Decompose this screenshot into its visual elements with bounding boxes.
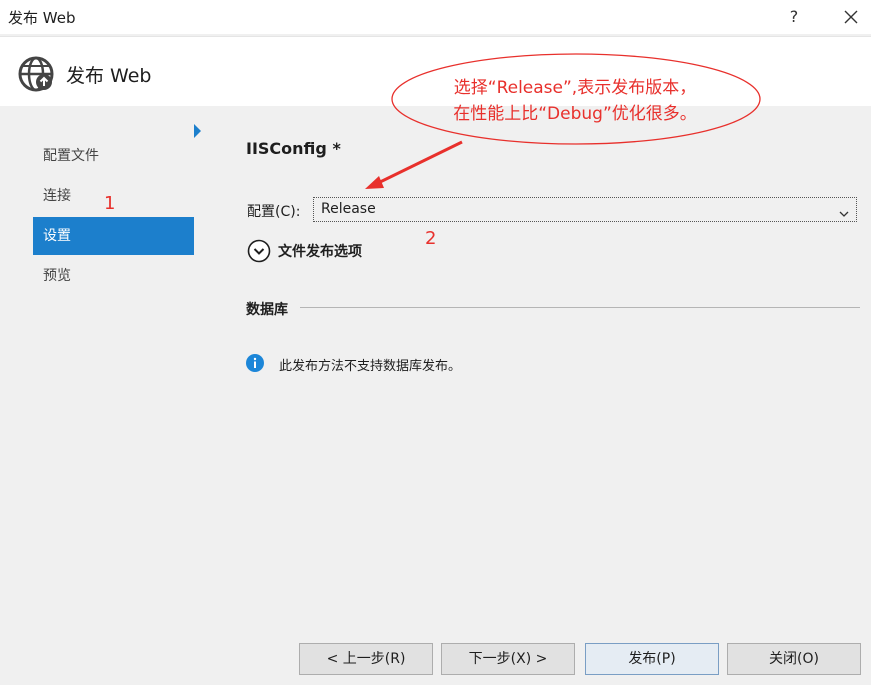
database-heading: 数据库 <box>246 302 288 318</box>
expand-chevron-icon[interactable] <box>247 239 271 263</box>
database-divider <box>300 307 860 308</box>
globe-publish-icon <box>17 55 55 93</box>
profile-name: IISConfig * <box>246 139 341 158</box>
config-select-value: Release <box>321 201 376 217</box>
next-button[interactable]: 下一步(X) > <box>441 643 575 675</box>
config-select[interactable]: Release <box>313 197 857 222</box>
window-title: 发布 Web <box>8 9 76 27</box>
info-message: 此发布方法不支持数据库发布。 <box>279 359 462 374</box>
sidebar-item-settings[interactable]: 设置 <box>33 217 194 255</box>
file-publish-options-label[interactable]: 文件发布选项 <box>278 241 362 261</box>
header-title: 发布 Web <box>66 65 152 87</box>
publish-button[interactable]: 发布(P) <box>585 643 719 675</box>
annotation-marker-1: 1 <box>104 193 116 214</box>
close-button[interactable]: 关闭(O) <box>727 643 861 675</box>
prev-button[interactable]: < 上一步(R) <box>299 643 433 675</box>
config-label: 配置(C): <box>247 204 301 220</box>
info-icon <box>246 354 264 372</box>
close-icon[interactable] <box>838 4 864 30</box>
chevron-down-icon <box>838 204 850 217</box>
callout-text-line-2: 在性能上比“Debug”优化很多。 <box>453 104 697 124</box>
sidebar-item-preview[interactable]: 预览 <box>33 257 194 295</box>
title-bar: 发布 Web ? <box>0 0 871 34</box>
callout-text-line-1: 选择“Release”,表示发布版本， <box>453 78 697 98</box>
annotation-marker-2: 2 <box>425 228 437 249</box>
active-indicator-arrow <box>194 124 201 138</box>
sidebar-item-profile[interactable]: 配置文件 <box>33 137 194 175</box>
help-button[interactable]: ? <box>782 4 806 30</box>
